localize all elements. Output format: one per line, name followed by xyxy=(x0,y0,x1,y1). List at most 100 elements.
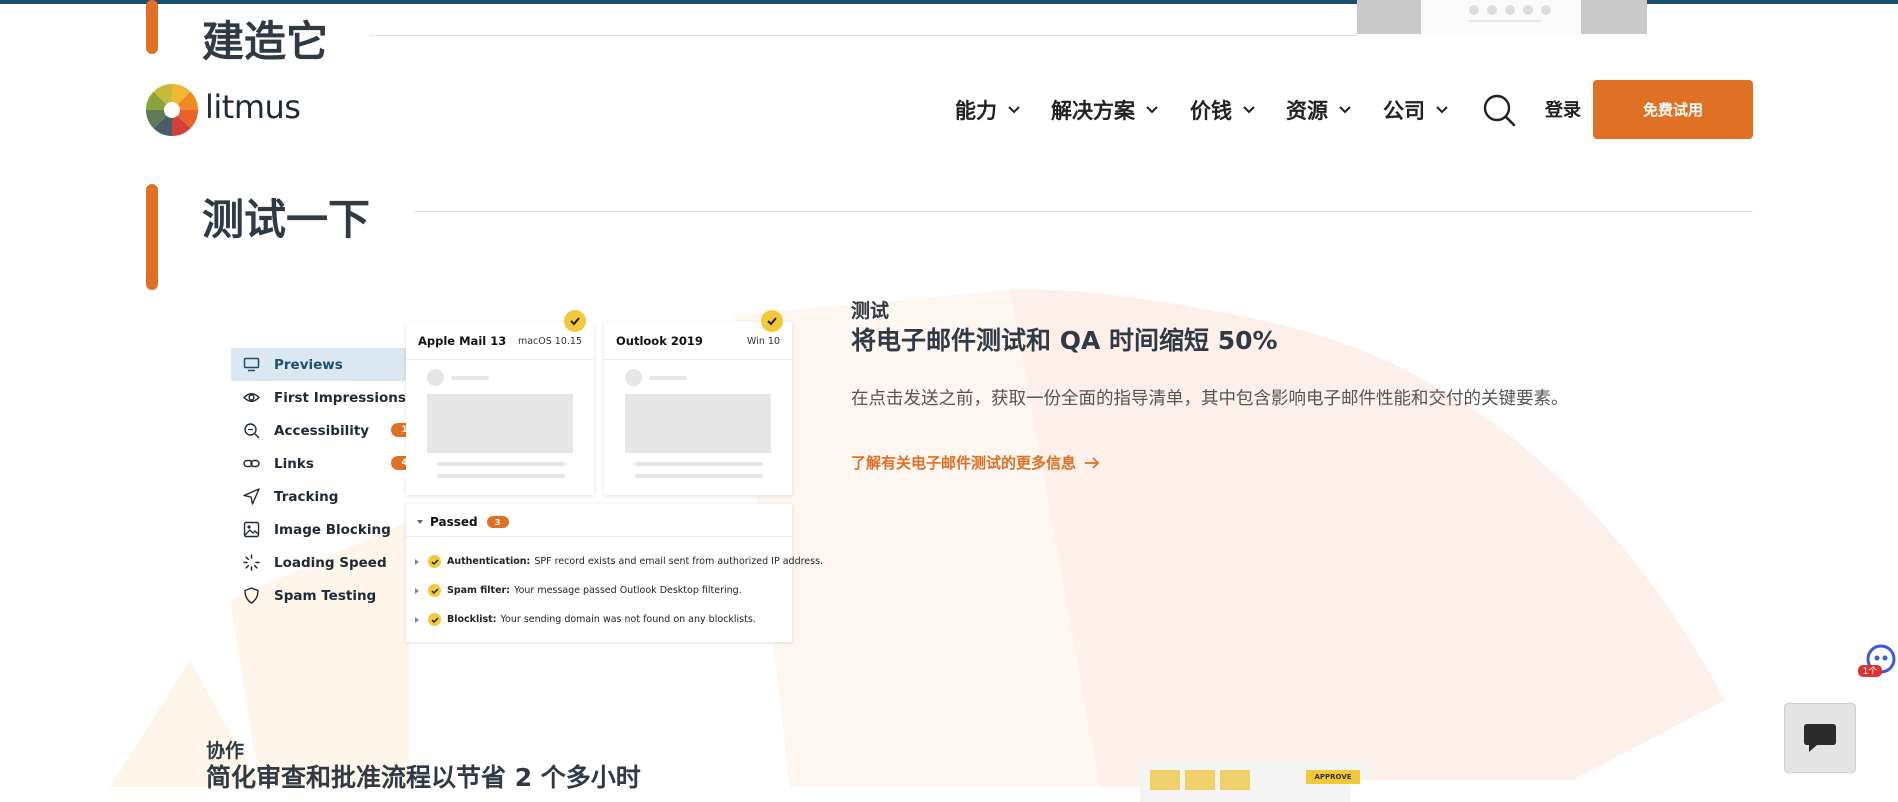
image-placeholder xyxy=(427,394,573,453)
menu-item-label: Tracking xyxy=(274,488,339,505)
menu-item-links[interactable]: Links 4 xyxy=(231,447,423,480)
menu-item-label: Links xyxy=(274,455,314,472)
check-icon xyxy=(428,584,441,597)
nav-item-solutions[interactable]: 解决方案 xyxy=(1051,93,1159,127)
menu-item-spam-testing[interactable]: Spam Testing xyxy=(231,579,423,612)
menu-item-previews[interactable]: Previews xyxy=(231,348,423,381)
row-label: Spam filter: xyxy=(447,585,511,596)
chevron-down-icon xyxy=(1008,106,1020,114)
top-mock-image xyxy=(1357,0,1647,34)
search-icon[interactable] xyxy=(1482,93,1516,127)
preview-client-os: macOS 10.15 xyxy=(517,336,582,347)
text-placeholder xyxy=(451,376,489,380)
approve-label: APPROVE xyxy=(1306,770,1360,784)
test-section-title: 测试一下 xyxy=(202,195,371,244)
nav-label: 能力 xyxy=(955,99,997,123)
menu-item-label: Previews xyxy=(274,356,343,373)
row-label: Authentication: xyxy=(447,556,531,567)
nav-item-pricing[interactable]: 价钱 xyxy=(1190,93,1256,127)
build-section-bar xyxy=(146,0,158,54)
check-icon xyxy=(564,310,586,332)
passed-count-badge: 3 xyxy=(486,516,509,528)
chat-bubble-icon xyxy=(1804,724,1836,752)
nav-label: 价钱 xyxy=(1190,99,1232,123)
nav-item-resources[interactable]: 资源 xyxy=(1286,93,1352,127)
menu-item-label: Image Blocking xyxy=(274,521,391,538)
menu-item-accessibility[interactable]: Accessibility 1 xyxy=(231,414,423,447)
text-placeholder xyxy=(635,474,763,478)
panel-divider xyxy=(406,536,792,537)
preview-client-name: Outlook 2019 xyxy=(616,334,703,348)
chevron-down-icon xyxy=(1243,106,1255,114)
passed-row-spam-filter[interactable]: Spam filter: Your message passed Outlook… xyxy=(414,584,742,597)
link-label: 了解有关电子邮件测试的更多信息 xyxy=(851,454,1077,472)
widget-badge: 1个 xyxy=(1863,666,1878,677)
caret-right-icon xyxy=(415,558,419,565)
preview-card-outlook[interactable]: Outlook 2019 Win 10 xyxy=(604,322,792,495)
shield-icon xyxy=(244,587,259,604)
nav-label: 解决方案 xyxy=(1051,99,1135,123)
test-headline: 将电子邮件测试和 QA 时间缩短 50% xyxy=(851,326,1278,355)
avatar-placeholder xyxy=(427,369,444,386)
logo-text[interactable]: litmus xyxy=(205,88,301,126)
eye-icon xyxy=(243,393,260,402)
image-icon xyxy=(243,521,260,538)
preview-client-name: Apple Mail 13 xyxy=(418,334,507,348)
collab-mock-image xyxy=(1140,762,1680,802)
menu-item-tracking[interactable]: Tracking xyxy=(231,480,423,513)
chevron-down-icon xyxy=(1146,106,1158,114)
monitor-icon xyxy=(243,357,260,372)
text-placeholder xyxy=(635,462,763,466)
magnifier-icon xyxy=(244,423,260,439)
test-kicker: 测试 xyxy=(851,300,890,322)
text-placeholder xyxy=(437,462,565,466)
menu-item-label: Spam Testing xyxy=(274,587,377,604)
arrow-right-icon xyxy=(1085,456,1100,469)
collab-headline: 简化审查和批准流程以节省 2 个多小时 xyxy=(206,763,641,792)
image-placeholder xyxy=(625,394,771,453)
passed-row-authentication[interactable]: Authentication: SPF record exists and em… xyxy=(414,555,823,568)
check-icon xyxy=(761,310,783,332)
row-text: Your message passed Outlook Desktop filt… xyxy=(514,585,742,596)
row-text: Your sending domain was not found on any… xyxy=(500,614,756,625)
nav-label: 公司 xyxy=(1383,99,1425,123)
link-icon xyxy=(243,459,260,468)
assistant-widget-icon[interactable]: 1个 xyxy=(1856,641,1896,681)
nav-item-company[interactable]: 公司 xyxy=(1383,93,1449,127)
litmus-logo-icon[interactable] xyxy=(145,83,199,137)
spinner-icon xyxy=(243,554,260,571)
nav-label: 资源 xyxy=(1286,99,1328,123)
passed-row-blocklist[interactable]: Blocklist: Your sending domain was not f… xyxy=(414,613,756,626)
menu-item-label: First Impressions xyxy=(274,389,406,406)
passed-checks-panel: Passed 3 Authentication: SPF record exis… xyxy=(406,504,823,642)
menu-item-label: Loading Speed xyxy=(274,554,387,571)
chat-button[interactable] xyxy=(1784,703,1856,773)
text-placeholder xyxy=(437,474,565,478)
top-border xyxy=(0,0,1898,4)
preview-card-apple-mail[interactable]: Apple Mail 13 macOS 10.15 xyxy=(406,322,594,495)
menu-item-loading-speed[interactable]: Loading Speed xyxy=(231,546,423,579)
passed-title: Passed xyxy=(430,515,478,529)
text-placeholder xyxy=(649,376,687,380)
login-link[interactable]: 登录 xyxy=(1545,96,1581,122)
learn-more-testing-link[interactable]: 了解有关电子邮件测试的更多信息 xyxy=(851,452,1100,473)
build-section-title: 建造它 xyxy=(202,17,329,66)
test-section-rule xyxy=(414,211,1753,212)
test-section-bar xyxy=(146,184,158,290)
row-label: Blocklist: xyxy=(447,614,497,625)
passed-header[interactable]: Passed 3 xyxy=(416,515,509,529)
avatar-placeholder xyxy=(625,369,642,386)
checklist-menu: Previews First Impressions Accessibility… xyxy=(231,348,423,612)
preview-client-os: Win 10 xyxy=(747,336,780,347)
menu-item-first-impressions[interactable]: First Impressions xyxy=(231,381,423,414)
caret-right-icon xyxy=(415,616,419,623)
check-icon xyxy=(428,613,441,626)
menu-item-image-blocking[interactable]: Image Blocking xyxy=(231,513,423,546)
nav-item-capabilities[interactable]: 能力 xyxy=(955,93,1021,127)
caret-down-icon xyxy=(417,520,423,524)
card-divider xyxy=(604,359,792,360)
card-divider xyxy=(406,359,594,360)
caret-right-icon xyxy=(415,587,419,594)
free-trial-button[interactable]: 免费试用 xyxy=(1593,80,1753,139)
send-icon xyxy=(243,488,260,505)
